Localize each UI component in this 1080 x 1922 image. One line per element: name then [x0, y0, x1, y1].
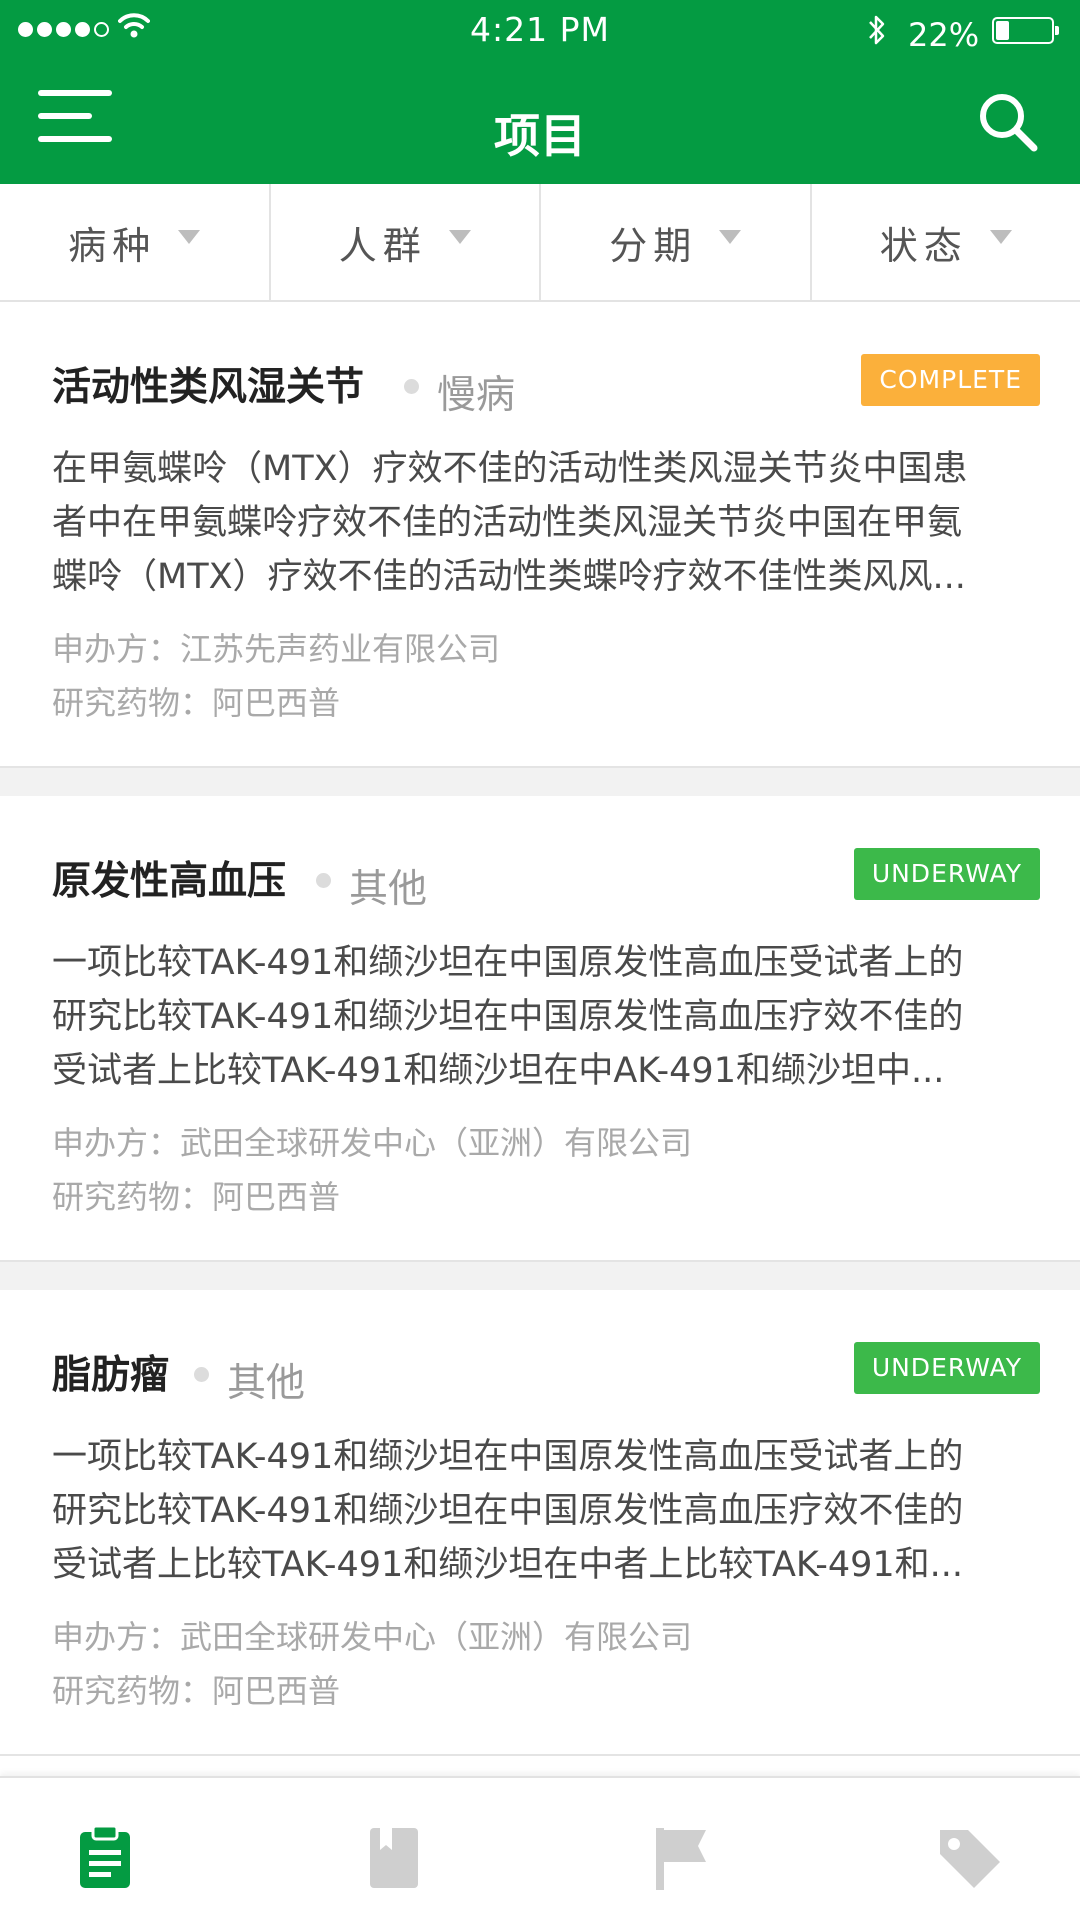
description-line: 一项比较TAK-491和缬沙坦在中国原发性高血压受试者上的	[52, 1430, 1036, 1484]
project-title: 原发性高血压	[52, 850, 286, 906]
chevron-down-icon	[719, 230, 741, 244]
clipboard-icon[interactable]	[70, 1822, 140, 1892]
bottom-tab-bar	[0, 1776, 1080, 1922]
description-line: 受试者上比较TAK-491和缬沙坦在中AK-491和缬沙坦中...	[52, 1044, 1036, 1098]
project-category: 其他	[194, 1352, 305, 1408]
project-sponsor: 申办方：武田全球研发中心（亚洲）有限公司	[52, 1118, 692, 1164]
project-category: 其他	[316, 858, 427, 914]
page-title: 项目	[0, 100, 1080, 166]
search-icon[interactable]	[976, 90, 1040, 154]
battery-icon	[992, 17, 1054, 44]
app-header: 4:21 PM 22% 项目	[0, 0, 1080, 184]
project-sponsor: 申办方：武田全球研发中心（亚洲）有限公司	[52, 1612, 692, 1658]
project-drug: 研究药物：阿巴西普	[52, 1666, 340, 1712]
filter-disease-label: 病种	[68, 215, 156, 270]
description-line: 研究比较TAK-491和缬沙坦在中国原发性高血压疗效不佳的	[52, 1484, 1036, 1538]
filter-phase-label: 分期	[609, 215, 697, 270]
bluetooth-icon	[866, 12, 888, 48]
status-badge: UNDERWAY	[854, 848, 1040, 900]
description-line: 蝶呤（MTX）疗效不佳的活动性类蝶呤疗效不佳性类风风...	[52, 550, 1036, 604]
bullet-icon	[194, 1367, 209, 1382]
description-line: 一项比较TAK-491和缬沙坦在中国原发性高血压受试者上的	[52, 936, 1036, 990]
status-badge: COMPLETE	[861, 354, 1040, 406]
bullet-icon	[316, 873, 331, 888]
project-description: 一项比较TAK-491和缬沙坦在中国原发性高血压受试者上的 研究比较TAK-49…	[52, 1430, 1036, 1592]
status-bar: 4:21 PM 22%	[0, 0, 1080, 64]
project-description: 在甲氨蝶呤（MTX）疗效不佳的活动性类风湿关节炎中国患 者中在甲氨蝶呤疗效不佳的…	[52, 442, 1036, 604]
project-sponsor: 申办方：江苏先声药业有限公司	[52, 624, 500, 670]
filter-status[interactable]: 状态	[812, 184, 1080, 300]
project-drug: 研究药物：阿巴西普	[52, 678, 340, 724]
card-separator	[0, 1262, 1080, 1290]
project-description: 一项比较TAK-491和缬沙坦在中国原发性高血压受试者上的 研究比较TAK-49…	[52, 936, 1036, 1098]
description-line: 受试者上比较TAK-491和缬沙坦在中者上比较TAK-491和...	[52, 1538, 1036, 1592]
project-title: 活动性类风湿关节	[52, 356, 364, 412]
project-list: 活动性类风湿关节 慢病 COMPLETE 在甲氨蝶呤（MTX）疗效不佳的活动性类…	[0, 302, 1080, 1756]
card-separator	[0, 768, 1080, 796]
filter-bar: 病种 人群 分期 状态	[0, 184, 1080, 302]
description-line: 研究比较TAK-491和缬沙坦在中国原发性高血压疗效不佳的	[52, 990, 1036, 1044]
description-line: 在甲氨蝶呤（MTX）疗效不佳的活动性类风湿关节炎中国患	[52, 442, 1036, 496]
filter-phase[interactable]: 分期	[541, 184, 812, 300]
project-category-label: 慢病	[437, 364, 515, 420]
project-category: 慢病	[404, 364, 515, 420]
project-card[interactable]: 脂肪瘤 其他 UNDERWAY 一项比较TAK-491和缬沙坦在中国原发性高血压…	[0, 1290, 1080, 1756]
chevron-down-icon	[990, 230, 1012, 244]
project-category-label: 其他	[349, 858, 427, 914]
chevron-down-icon	[449, 230, 471, 244]
flag-icon[interactable]	[646, 1822, 716, 1892]
description-line: 者中在甲氨蝶呤疗效不佳的活动性类风湿关节炎中国在甲氨	[52, 496, 1036, 550]
bullet-icon	[404, 379, 419, 394]
status-badge: UNDERWAY	[854, 1342, 1040, 1394]
chevron-down-icon	[178, 230, 200, 244]
project-card[interactable]: 活动性类风湿关节 慢病 COMPLETE 在甲氨蝶呤（MTX）疗效不佳的活动性类…	[0, 302, 1080, 768]
project-category-label: 其他	[227, 1352, 305, 1408]
filter-population[interactable]: 人群	[271, 184, 542, 300]
filter-status-label: 状态	[880, 215, 968, 270]
filter-disease[interactable]: 病种	[0, 184, 271, 300]
tag-icon[interactable]	[934, 1822, 1004, 1892]
project-title: 脂肪瘤	[52, 1344, 169, 1400]
battery-percent: 22%	[908, 16, 979, 54]
project-drug: 研究药物：阿巴西普	[52, 1172, 340, 1218]
filter-population-label: 人群	[339, 215, 427, 270]
project-card[interactable]: 原发性高血压 其他 UNDERWAY 一项比较TAK-491和缬沙坦在中国原发性…	[0, 796, 1080, 1262]
book-icon[interactable]	[358, 1822, 428, 1892]
